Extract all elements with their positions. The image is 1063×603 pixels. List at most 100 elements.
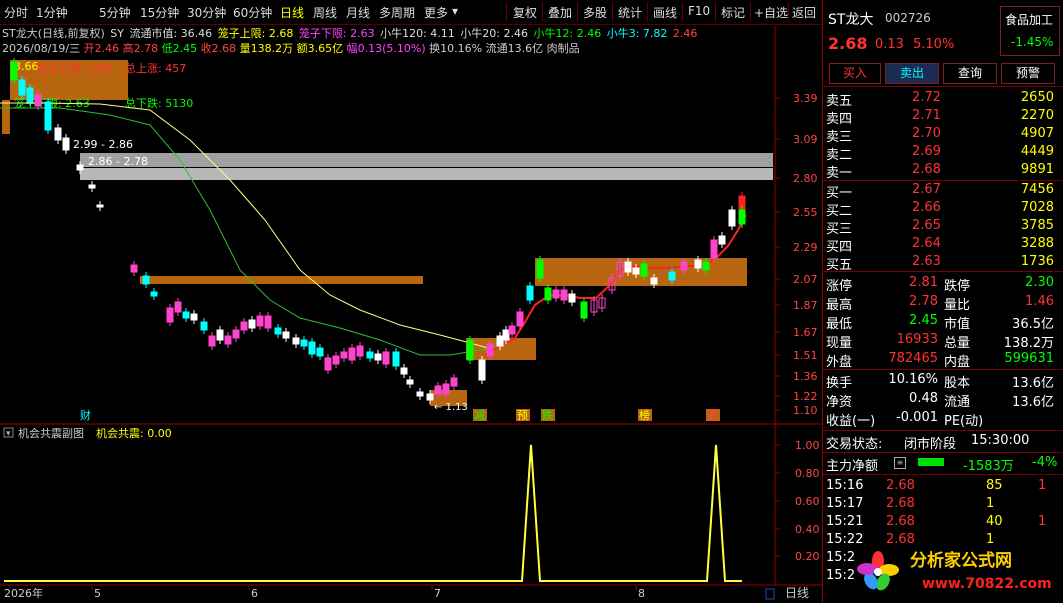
candle-body [96, 204, 104, 208]
bid-row[interactable]: 买一 2.67 7456 [826, 182, 1058, 201]
ask-row[interactable]: 卖四 2.71 2270 [826, 108, 1058, 127]
subaxis-tick: 0.40 [795, 523, 820, 536]
buy-button[interactable]: 买入 [829, 63, 881, 84]
list-icon[interactable]: ≡ [894, 457, 906, 469]
stat2-row[interactable]: 收益(一) -0.001 PE(动) [826, 410, 1058, 429]
candle-body [560, 289, 568, 301]
candle-body [416, 391, 424, 397]
candle-body [544, 287, 552, 301]
candle-body [486, 343, 494, 357]
yaxis-tick: 3.09 [793, 133, 818, 146]
stat-row[interactable]: 涨停 2.81 跌停 2.30 [826, 275, 1058, 294]
yaxis-tick: 1.51 [793, 349, 818, 362]
bid-row[interactable]: 买三 2.65 3785 [826, 218, 1058, 237]
candle-body [382, 351, 390, 365]
candle-body [374, 353, 382, 361]
yaxis-tick: 2.80 [793, 172, 818, 185]
range2-label: 2.86 - 2.78 [88, 155, 148, 168]
event-marker[interactable]: 财 [80, 408, 91, 422]
candle-body [182, 311, 190, 319]
candle-body [366, 351, 374, 359]
candle-body [348, 347, 356, 361]
candle-body [62, 137, 70, 151]
candle-body [264, 315, 272, 329]
bid-row[interactable]: 买五 2.63 1736 [826, 254, 1058, 273]
tick-row[interactable]: 15:21 2.68 40 1 [826, 514, 1058, 531]
yaxis-tick: 1.67 [793, 326, 818, 339]
candle-body [632, 267, 640, 275]
candle-body [76, 164, 84, 171]
candle-body [356, 345, 364, 357]
ask-row[interactable]: 卖一 2.68 9891 [826, 162, 1058, 181]
candle-body [316, 347, 324, 357]
candle-body [738, 209, 746, 225]
ask-row[interactable]: 卖五 2.72 2650 [826, 90, 1058, 109]
sell-button[interactable]: 卖出 [885, 63, 939, 84]
candle-body [54, 127, 62, 141]
xaxis-label: 8 [638, 587, 645, 600]
trade-state-row: 交易状态: 闭市阶段 15:30:00 [826, 433, 1030, 452]
candle-body [248, 319, 256, 329]
subchart-title: 机会共震副图 [18, 426, 84, 440]
candle-body [216, 329, 224, 341]
event-marker[interactable]: 榜 [639, 408, 650, 422]
cage-box-left [2, 100, 10, 134]
candle-body [400, 367, 408, 375]
collapse-icon[interactable]: ▾ [6, 429, 11, 439]
event-marker[interactable]: 预 [517, 409, 528, 422]
bid-row[interactable]: 买四 2.64 3288 [826, 236, 1058, 255]
sector-box[interactable]: 食品加工 -1.45% [1000, 6, 1060, 56]
candle-body [702, 261, 710, 271]
tick-row[interactable]: 15:17 2.68 1 [826, 496, 1058, 513]
low-mark-label: ← 1.13 [434, 402, 468, 413]
range-band-lower [80, 168, 773, 180]
tick-row[interactable]: 15:2 [826, 568, 1058, 585]
candle-body [442, 383, 450, 395]
candle-body [650, 277, 658, 285]
candle-body [26, 87, 34, 103]
stat-row[interactable]: 最高 2.78 量比 1.46 [826, 294, 1058, 313]
event-marker[interactable]: 减 [474, 409, 485, 422]
bid-row[interactable]: 买二 2.66 7028 [826, 200, 1058, 219]
current-price: 2.68 [828, 34, 868, 53]
candle-body [536, 259, 544, 279]
ask-row[interactable]: 卖二 2.69 4449 [826, 144, 1058, 163]
candle-body [232, 329, 240, 339]
subaxis-tick: 1.00 [795, 439, 820, 452]
price-pct: 5.10% [913, 37, 955, 52]
query-button[interactable]: 查询 [943, 63, 997, 84]
candle-body [130, 264, 138, 273]
yaxis-tick: 2.55 [793, 206, 818, 219]
stat2-row[interactable]: 换手 10.16% 股本 13.6亿 [826, 372, 1058, 391]
candle-body [568, 293, 576, 303]
candle-body [88, 184, 96, 189]
range1-label: 2.99 - 2.86 [73, 138, 133, 151]
mainflow-row[interactable]: 主力净额 ≡ -1583万 -4% [826, 455, 1058, 474]
period-label[interactable]: 日线 [785, 586, 809, 600]
event-marker[interactable]: 跌 [542, 408, 553, 422]
stat-row[interactable]: 最低 2.45 市值 36.5亿 [826, 313, 1058, 332]
total-up-label: 总上涨: 457 [125, 61, 186, 75]
stat-row[interactable]: 现量 16933 总量 138.2万 [826, 332, 1058, 351]
candle-body [502, 329, 510, 341]
candle-body [668, 271, 676, 281]
candlestick-chart[interactable]: 3.39 3.09 2.80 2.55 2.29 2.07 1.87 1.67 1.51 1.36… [0, 0, 822, 603]
alert-button[interactable]: 预警 [1001, 63, 1055, 84]
tick-row[interactable]: 15:16 2.68 85 1 [826, 478, 1058, 495]
tick-row[interactable]: 15:2 [826, 550, 1058, 567]
subaxis-tick: 0.80 [795, 467, 820, 480]
candle-body [308, 341, 316, 355]
stat2-row[interactable]: 净资 0.48 流通 13.6亿 [826, 391, 1058, 410]
subaxis-tick: 0.60 [795, 495, 820, 508]
candle-body [516, 311, 524, 327]
candle-body [478, 359, 486, 381]
event-marker[interactable]: 涨 [707, 409, 718, 422]
ask-row[interactable]: 卖三 2.70 4907 [826, 126, 1058, 145]
candle-body [426, 393, 434, 401]
tick-row[interactable]: 15:22 2.68 1 [826, 532, 1058, 549]
candle-body [526, 285, 534, 301]
yaxis-tick: 1.87 [793, 299, 818, 312]
stat-row[interactable]: 外盘 782465 内盘 599631 [826, 351, 1058, 370]
flow-bar [918, 458, 944, 466]
candle-body [142, 275, 150, 285]
